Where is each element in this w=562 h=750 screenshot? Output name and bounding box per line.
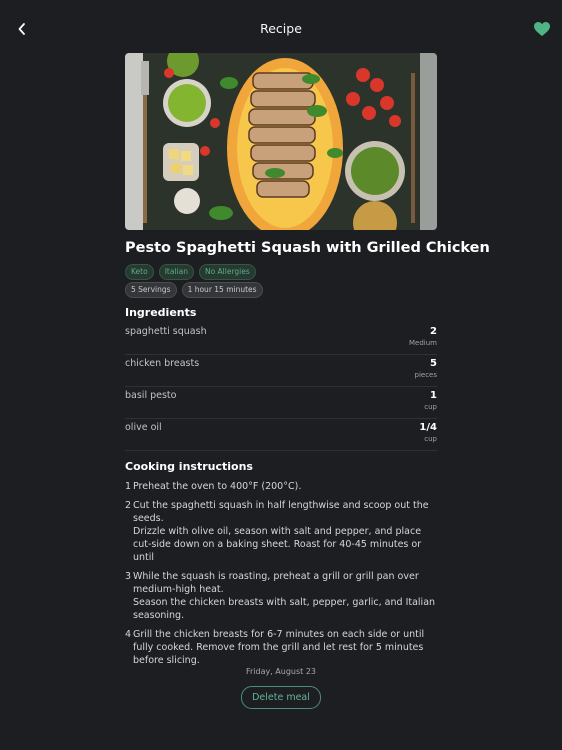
tag-italian: Italian	[158, 264, 194, 280]
ingredient-name: chicken breasts	[125, 358, 200, 369]
ingredient-unit: Medium	[409, 339, 437, 347]
list-item: chicken breasts 5 pieces	[125, 356, 437, 387]
ingredient-quantity: 1	[430, 390, 437, 401]
list-item: olive oil 1/4 cup	[125, 420, 437, 451]
recipe-meta: 5 Servings 1 hour 15 minutes	[125, 282, 263, 298]
ingredient-name: spaghetti squash	[125, 326, 207, 337]
ingredient-quantity: 1/4	[419, 422, 437, 433]
heart-icon	[534, 22, 550, 36]
ingredient-quantity: 2	[430, 326, 437, 337]
ingredient-name: basil pesto	[125, 390, 177, 401]
step-text: Cut the spaghetti squash in half lengthw…	[133, 500, 429, 563]
recipe-title: Pesto Spaghetti Squash with Grilled Chic…	[125, 240, 490, 256]
ingredient-name: olive oil	[125, 422, 162, 433]
step-number: 2	[125, 500, 132, 511]
step-text: Grill the chicken breasts for 6-7 minute…	[133, 629, 425, 666]
instruction-step: 2 Cut the spaghetti squash in half lengt…	[125, 499, 437, 564]
tag-keto: Keto	[125, 264, 154, 280]
top-bar: Recipe	[0, 0, 562, 58]
instruction-step: 4 Grill the chicken breasts for 6-7 minu…	[125, 628, 437, 667]
list-item: basil pesto 1 cup	[125, 388, 437, 419]
instruction-step: 1 Preheat the oven to 400°F (200°C).	[125, 480, 437, 493]
tag-no-allergies: No Allergies	[198, 264, 256, 280]
instructions-heading: Cooking instructions	[125, 460, 253, 473]
favorite-button[interactable]	[533, 21, 551, 37]
ingredients-heading: Ingredients	[125, 306, 197, 319]
ingredient-quantity: 5	[430, 358, 437, 369]
ingredient-unit: cup	[424, 435, 437, 443]
ingredients-list: spaghetti squash 2 Medium chicken breast…	[125, 324, 437, 452]
meal-date: Friday, August 23	[245, 667, 317, 676]
step-text: Preheat the oven to 400°F (200°C).	[133, 481, 302, 492]
delete-meal-button[interactable]: Delete meal	[241, 686, 321, 709]
list-item: spaghetti squash 2 Medium	[125, 324, 437, 355]
step-number: 3	[125, 571, 132, 582]
instructions-list: 1 Preheat the oven to 400°F (200°C). 2 C…	[125, 480, 437, 673]
ingredient-unit: cup	[424, 403, 437, 411]
diet-tags: Keto Italian No Allergies	[125, 264, 256, 280]
step-number: 1	[125, 481, 132, 492]
step-text: While the squash is roasting, preheat a …	[133, 571, 436, 621]
instruction-step: 3 While the squash is roasting, preheat …	[125, 570, 437, 622]
recipe-photo	[125, 53, 437, 230]
step-number: 4	[125, 629, 132, 640]
duration-badge: 1 hour 15 minutes	[181, 282, 263, 298]
ingredient-unit: pieces	[414, 371, 438, 379]
page-title: Recipe	[260, 21, 302, 36]
servings-badge: 5 Servings	[125, 282, 177, 298]
